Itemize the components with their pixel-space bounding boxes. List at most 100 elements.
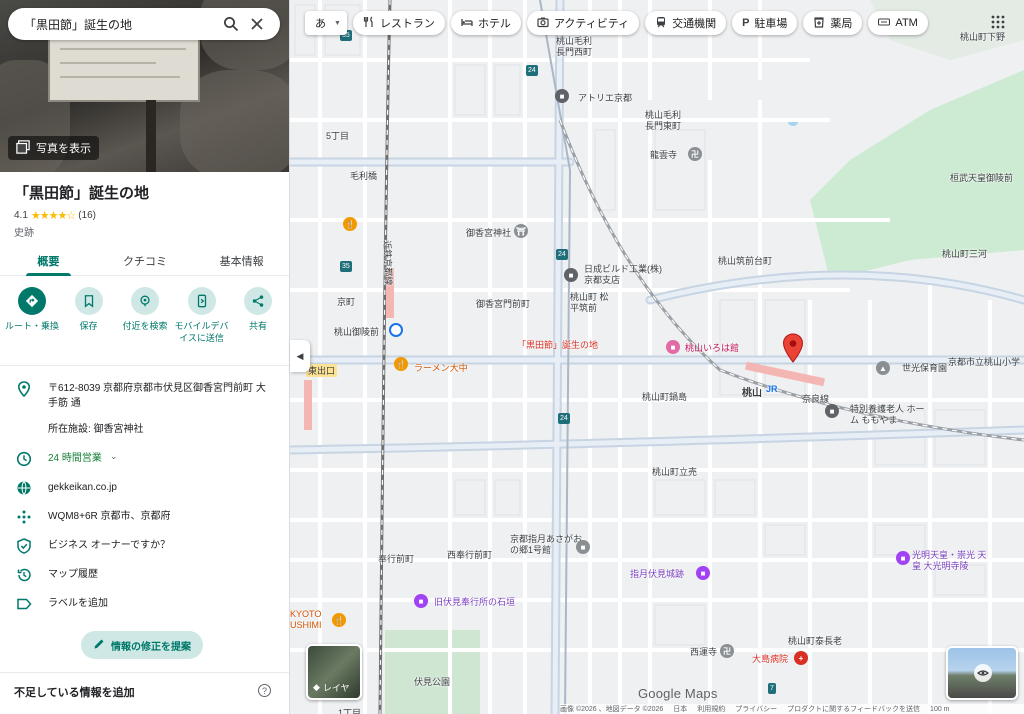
privacy-link[interactable]: プライバシー [735, 704, 777, 714]
atelier-label[interactable]: アトリエ京都 [578, 91, 632, 104]
poi-bugyo-ruins-icon[interactable]: ■ [414, 594, 428, 608]
layers-button[interactable]: ◆ レイヤ [306, 644, 362, 700]
website-row[interactable]: gekkeikan.co.jp [0, 480, 289, 496]
saiunji-label[interactable]: 西運寺 [690, 645, 717, 658]
directions-button[interactable]: ルート・乗換 [4, 287, 60, 344]
close-icon[interactable] [244, 11, 270, 37]
poi-shrine-icon[interactable]: ⛩ [514, 224, 528, 238]
chip-parking[interactable]: P 駐車場 [732, 11, 798, 35]
directions-icon [18, 287, 46, 315]
review-count[interactable]: (16) [78, 210, 96, 221]
search-input[interactable] [24, 17, 218, 31]
chip-atm-label: ATM [895, 17, 918, 29]
poi-saiunji-icon[interactable]: 卍 [720, 644, 734, 658]
globe-icon [0, 480, 48, 496]
terms-link[interactable]: 利用規約 [697, 704, 725, 714]
plus-code-row[interactable]: WQM8+6R 京都市、京都府 [0, 509, 289, 525]
send-to-phone-button[interactable]: モバイルデバイスに送信 [174, 287, 230, 344]
chip-pharmacy[interactable]: 薬局 [803, 11, 863, 35]
pin-label[interactable]: 「黒田節」誕生の地 [517, 338, 598, 351]
address-row[interactable]: 〒612-8039 京都府京都市伏見区御香宮門前町 大手筋 通 [0, 381, 289, 411]
koumyo-label[interactable]: 光明天皇・崇光 天皇 大光明寺陵 [912, 550, 992, 572]
transit-icon [655, 16, 667, 31]
collapse-panel-button[interactable]: ◀ [290, 340, 310, 372]
kounomiya-label[interactable]: 御香宮神社 [466, 226, 511, 239]
search-icon[interactable] [218, 11, 244, 37]
input-language-button[interactable]: あ ▼ [305, 11, 347, 35]
country-link[interactable]: 日本 [673, 704, 687, 714]
fushimi-park-label[interactable]: 伏見公園 [414, 675, 450, 688]
poi-koumyo-icon[interactable]: ■ [896, 551, 910, 565]
chip-transit[interactable]: 交通機関 [645, 11, 727, 35]
chip-atm[interactable]: ATM [868, 11, 928, 35]
ramen-label[interactable]: ラーメン大中 [414, 361, 468, 374]
help-icon[interactable]: ? [258, 684, 271, 697]
bugyo-ruins-label[interactable]: 旧伏見奉行所の石垣 [434, 595, 515, 608]
place-category[interactable]: 史跡 [14, 224, 34, 239]
kanmu-label[interactable]: 桓武天皇御陵前 [950, 171, 1013, 184]
atm-icon [878, 16, 891, 31]
tab-overview[interactable]: 概要 [0, 244, 97, 276]
poi-atelier-icon[interactable]: ■ [555, 89, 569, 103]
momoyama-goryo-label[interactable]: 桃山御陵前 [334, 325, 379, 338]
rating-row[interactable]: 4.1 ★★★★☆ (16) [14, 209, 96, 222]
share-button[interactable]: 共有 [230, 287, 286, 344]
poi-kyoto-ushimi-icon[interactable]: 🍴 [332, 613, 346, 627]
place-pin-icon[interactable] [782, 333, 804, 363]
label-row[interactable]: ラベルを追加 [0, 596, 289, 612]
poi-sakagura-icon[interactable]: ■ [576, 540, 590, 554]
feedback-link[interactable]: プロダクトに関するフィードバックを送信 [787, 704, 920, 714]
nearby-button[interactable]: 付近を検索 [117, 287, 173, 344]
chip-hotel[interactable]: ホテル [450, 11, 521, 35]
owner-row[interactable]: ビジネス オーナーですか？ [0, 538, 289, 554]
share-icon [244, 287, 272, 315]
poi-temple-icon[interactable]: 卍 [688, 147, 702, 161]
momoyama-station-label[interactable]: 桃山 [742, 384, 762, 399]
suggest-edit-label: 情報の修正を提案 [111, 641, 191, 653]
east-exit-label[interactable]: 東出口 [306, 364, 338, 377]
poi-school-icon[interactable]: ▲ [876, 361, 890, 375]
chip-activities-label: アクティビティ [553, 18, 630, 30]
nishibugyo-label: 西奉行前町 [447, 550, 493, 560]
poi-hospital-icon[interactable]: + [794, 651, 808, 665]
poi-ramen-icon[interactable]: 🍴 [394, 357, 408, 371]
tab-about[interactable]: 基本情報 [193, 244, 289, 275]
seko-label[interactable]: 世光保育園 [902, 361, 947, 374]
poi-building-icon[interactable]: ■ [564, 268, 578, 282]
tab-reviews[interactable]: クチコミ [97, 244, 194, 275]
map-canvas[interactable]: 「黒田節」誕生の地 桃山いろは館 ラーメン大中 アトリエ京都 御香宮神社 日成ビ… [290, 0, 1024, 714]
chip-restaurant[interactable]: レストラン [352, 11, 445, 35]
oshima-label[interactable]: 大島病院 [752, 652, 788, 665]
shigetsu-label[interactable]: 指月伏見城跡 [630, 567, 684, 580]
poi-restaurant-icon[interactable]: 🍴 [343, 217, 357, 231]
chevron-down-icon[interactable]: ⌄ [110, 451, 118, 462]
show-photos-button[interactable]: 写真を表示 [8, 136, 99, 160]
sakagura-label[interactable]: 京都指月あさがお の郷1号館 [510, 534, 586, 556]
save-button[interactable]: 保存 [61, 287, 117, 344]
search-box[interactable] [8, 8, 280, 40]
website-link[interactable]: gekkeikan.co.jp [48, 480, 117, 495]
kyoumachi-label: 京町 [337, 297, 356, 307]
scale-label[interactable]: 100 m [930, 706, 949, 713]
chip-hotel-label: ホテル [477, 18, 511, 30]
history-row[interactable]: マップ履歴 [0, 567, 289, 583]
poi-iroha-icon[interactable]: ■ [666, 340, 680, 354]
nara-line-label: 奈良線 [802, 394, 830, 404]
nikko-label[interactable]: 日成ビルド工業(株) 京都支店 [584, 264, 664, 286]
chip-transit-label: 交通機関 [672, 18, 717, 30]
ryounji-label[interactable]: 龍雲寺 [650, 148, 677, 161]
momoyama-elem-label[interactable]: 京都市立桃山小学 [948, 355, 1020, 368]
poi-nursing-icon[interactable]: ■ [825, 404, 839, 418]
suggest-edit-button[interactable]: 情報の修正を提案 [81, 631, 203, 659]
iroha-label[interactable]: 桃山いろは館 [685, 341, 739, 354]
hours-row[interactable]: 24 時間営業 ⌄ [0, 451, 289, 467]
street-view-thumbnail[interactable] [946, 646, 1018, 700]
apps-grid-icon[interactable] [984, 8, 1012, 36]
tatsumi-label: 桃山町立売 [652, 467, 698, 477]
chip-activities[interactable]: アクティビティ [526, 11, 640, 35]
poi-shigetsu-icon[interactable]: ■ [696, 566, 710, 580]
poi-station-icon[interactable] [389, 323, 403, 337]
nursing-home-label[interactable]: 特別養護老人 ホーム ももやま [850, 404, 930, 426]
kyoto-ushimi-label[interactable]: KYOTO USHIMI [290, 609, 326, 631]
located-in-row[interactable]: 所在施設: 御香宮神社 [0, 422, 289, 437]
